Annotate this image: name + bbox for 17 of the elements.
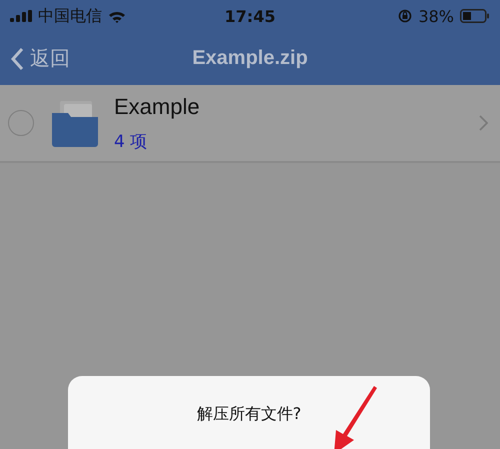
item-count: 4 项 bbox=[114, 130, 148, 152]
nav-title: Example.zip bbox=[192, 47, 308, 70]
chevron-left-icon bbox=[10, 46, 24, 70]
folder-row[interactable]: Example 4 项 bbox=[0, 85, 500, 163]
rotation-lock-icon bbox=[398, 9, 412, 23]
status-time: 17:45 bbox=[224, 6, 276, 26]
selection-radio[interactable] bbox=[8, 110, 34, 136]
folder-name: Example bbox=[114, 94, 201, 120]
folder-icon bbox=[50, 98, 100, 148]
back-button[interactable]: 返回 bbox=[0, 45, 80, 72]
battery-percent: 38% bbox=[418, 6, 454, 26]
chevron-right-icon bbox=[479, 115, 488, 131]
wifi-icon bbox=[108, 10, 126, 22]
carrier-name: 中国电信 bbox=[38, 6, 102, 26]
alert-message: 解压所有文件? bbox=[196, 404, 302, 425]
signal-icon bbox=[10, 10, 32, 22]
battery-icon bbox=[460, 9, 490, 23]
